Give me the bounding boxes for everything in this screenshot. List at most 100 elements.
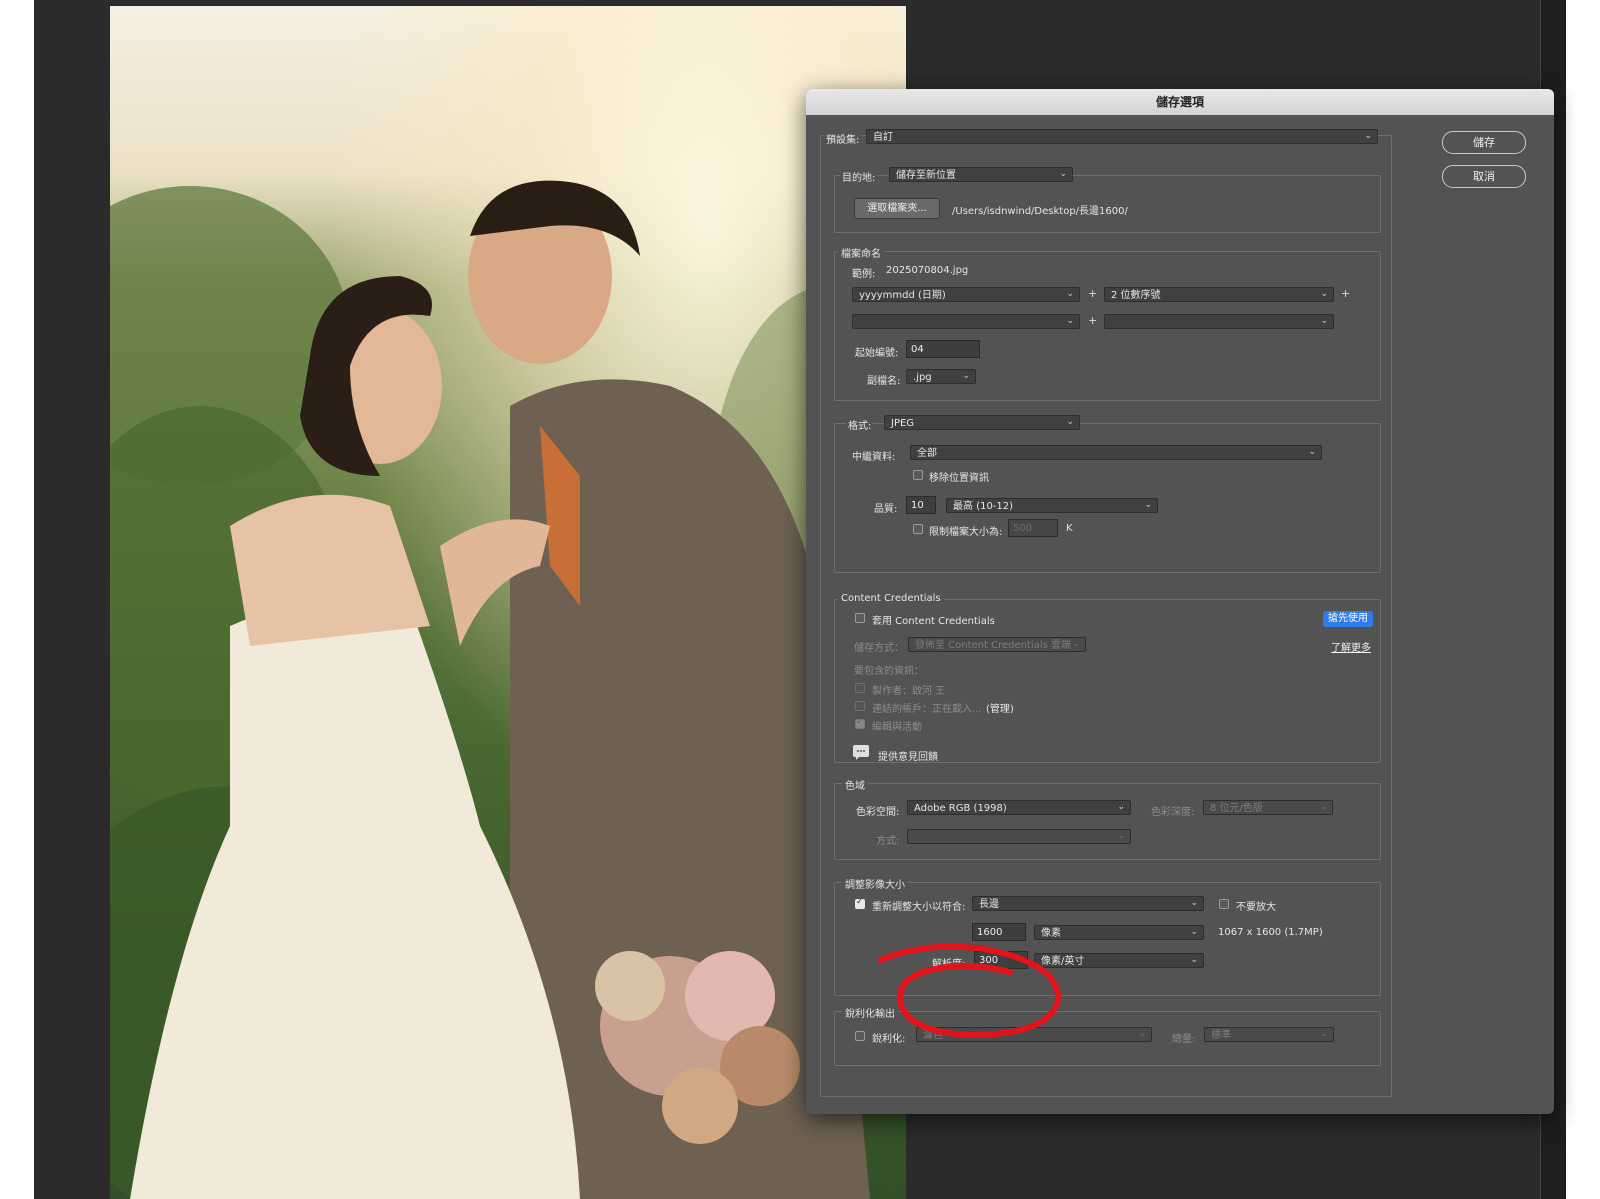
resolution-unit-select[interactable]: 像素/英寸 ⌄ <box>1034 953 1204 968</box>
resize-to-fit-label: 重新調整大小以符合: <box>872 902 966 913</box>
chevron-down-icon: ⌄ <box>1117 802 1125 812</box>
chevron-down-icon: ⌄ <box>1364 131 1372 141</box>
photo-illustration <box>110 180 906 1199</box>
amount-value: 標準 <box>1211 1030 1231 1041</box>
quality-preset-select[interactable]: 最高 (10-12) ⌄ <box>946 498 1158 513</box>
start-number-input[interactable]: 04 <box>906 340 980 358</box>
resolution-input[interactable]: 300 <box>974 951 1028 969</box>
resize-unit-select[interactable]: 像素 ⌄ <box>1034 925 1204 940</box>
example-value: 2025070804.jpg <box>886 265 969 276</box>
extension-value: .jpg <box>913 372 932 383</box>
content-credentials-title: Content Credentials <box>838 593 944 604</box>
color-space-group <box>834 783 1381 860</box>
sharpen-select[interactable]: 濾色 ⌄ <box>916 1027 1152 1042</box>
resize-size-input[interactable]: 1600 <box>972 923 1026 941</box>
plus-sign: + <box>1341 287 1351 300</box>
color-depth-value: 8 位元/色版 <box>1210 803 1263 814</box>
amount-select[interactable]: 標準 ⌄ <box>1204 1027 1334 1042</box>
connected-account-label: 連結的帳戶：正在載入... <box>872 704 982 715</box>
limit-size-checkbox[interactable] <box>913 524 923 534</box>
include-info-label: 要包含的資訊： <box>854 666 924 677</box>
chevron-down-icon: ⌄ <box>1138 1029 1146 1039</box>
start-number-label: 起始編號: <box>855 348 899 359</box>
quality-preset-value: 最高 (10-12) <box>953 501 1014 512</box>
storage-select[interactable]: 發佈至 Content Credentials 雲端 ⌄ <box>908 637 1086 652</box>
chevron-down-icon: ⌄ <box>1072 639 1080 649</box>
format-label: 格式: <box>846 417 874 432</box>
chevron-down-icon: ⌄ <box>1059 169 1067 179</box>
extension-select[interactable]: .jpg ⌄ <box>906 369 976 384</box>
resize-title: 調整影像大小 <box>842 876 908 891</box>
quality-label: 品質: <box>874 504 898 515</box>
chevron-down-icon: ⌄ <box>1320 1029 1328 1039</box>
manage-link[interactable]: (管理) <box>986 700 1014 715</box>
cancel-button[interactable]: 取消 <box>1442 165 1526 188</box>
preset-select[interactable]: 自訂 ⌄ <box>866 129 1378 144</box>
feedback-label[interactable]: 提供意見回饋 <box>878 748 938 763</box>
learn-more-link[interactable]: 了解更多 <box>1331 639 1371 654</box>
save-button[interactable]: 儲存 <box>1442 131 1526 154</box>
sharpen-title: 銳利化輸出 <box>842 1005 898 1020</box>
naming-field-1[interactable]: yyyymmdd (日期) ⌄ <box>852 287 1080 302</box>
format-select[interactable]: JPEG ⌄ <box>884 415 1080 430</box>
destination-value: 儲存至新位置 <box>896 170 956 181</box>
apply-credentials-label: 套用 Content Credentials <box>872 616 995 627</box>
color-space-select[interactable]: Adobe RGB (1998) ⌄ <box>907 800 1131 815</box>
metadata-select[interactable]: 全部 ⌄ <box>910 445 1322 460</box>
method-select[interactable]: ⌄ <box>907 829 1131 844</box>
preset-label: 預設集: <box>824 131 862 146</box>
producer-checkbox[interactable] <box>855 683 865 693</box>
destination-select[interactable]: 儲存至新位置 ⌄ <box>889 167 1073 182</box>
chevron-down-icon: ⌄ <box>1319 802 1327 812</box>
naming-field-2[interactable]: 2 位數序號 ⌄ <box>1104 287 1334 302</box>
naming-field-4[interactable]: ⌄ <box>1104 314 1334 329</box>
choose-folder-button[interactable]: 選取檔案夾... <box>854 198 940 219</box>
naming-field-3[interactable]: ⌄ <box>852 314 1080 329</box>
no-enlarge-checkbox[interactable] <box>1219 899 1229 909</box>
feedback-icon-glyph <box>856 750 865 760</box>
chevron-down-icon: ⌄ <box>1144 500 1152 510</box>
color-space-label: 色彩空間: <box>856 807 900 818</box>
chevron-down-icon: ⌄ <box>962 371 970 381</box>
limit-size-unit: K <box>1066 523 1073 534</box>
quality-input[interactable]: 10 <box>906 496 936 514</box>
chevron-down-icon: ⌄ <box>1190 927 1198 937</box>
color-space-title: 色域 <box>842 777 868 792</box>
storage-value: 發佈至 Content Credentials 雲端 <box>915 640 1071 651</box>
feedback-icon[interactable] <box>853 745 869 760</box>
chevron-down-icon: ⌄ <box>1117 831 1125 841</box>
connected-account-checkbox[interactable] <box>855 701 865 711</box>
early-access-badge: 搶先使用 <box>1323 611 1373 627</box>
preset-value: 自訂 <box>873 132 893 143</box>
limit-size-label: 限制檔案大小為: <box>929 527 1003 538</box>
plus-sign: + <box>1088 314 1098 327</box>
destination-label: 目的地: <box>840 169 878 184</box>
resize-fit-value: 長邊 <box>979 899 999 910</box>
resize-to-fit-checkbox[interactable] <box>855 897 865 909</box>
file-naming-title: 檔案命名 <box>838 245 884 260</box>
edits-activity-checkbox[interactable] <box>855 717 865 729</box>
remove-location-checkbox[interactable] <box>913 470 923 480</box>
dialog-title: 儲存選項 <box>806 89 1554 115</box>
chevron-down-icon: ⌄ <box>1190 898 1198 908</box>
apply-credentials-checkbox[interactable] <box>855 613 865 623</box>
color-depth-label: 色彩深度: <box>1151 807 1195 818</box>
limit-size-input[interactable]: 500 <box>1008 519 1058 537</box>
storage-label: 儲存方式： <box>854 643 904 654</box>
resize-fit-select[interactable]: 長邊 ⌄ <box>972 896 1204 911</box>
example-label: 範例: <box>852 269 876 280</box>
sharpen-checkbox[interactable] <box>855 1031 865 1041</box>
wedding-photo <box>110 6 906 1199</box>
naming-field-1-value: yyyymmdd (日期) <box>859 290 946 301</box>
color-space-value: Adobe RGB (1998) <box>914 803 1007 814</box>
format-value: JPEG <box>891 418 915 429</box>
remove-location-label: 移除位置資訊 <box>929 473 989 484</box>
resolution-label: 解析度: <box>932 959 966 970</box>
chevron-down-icon: ⌄ <box>1190 955 1198 965</box>
edits-activity-label: 編輯與活動 <box>872 722 922 733</box>
metadata-label: 中繼資料: <box>852 452 896 463</box>
metadata-value: 全部 <box>917 448 937 459</box>
method-label: 方式: <box>876 836 900 847</box>
chevron-down-icon: ⌄ <box>1066 316 1074 326</box>
color-depth-select[interactable]: 8 位元/色版 ⌄ <box>1203 800 1333 815</box>
